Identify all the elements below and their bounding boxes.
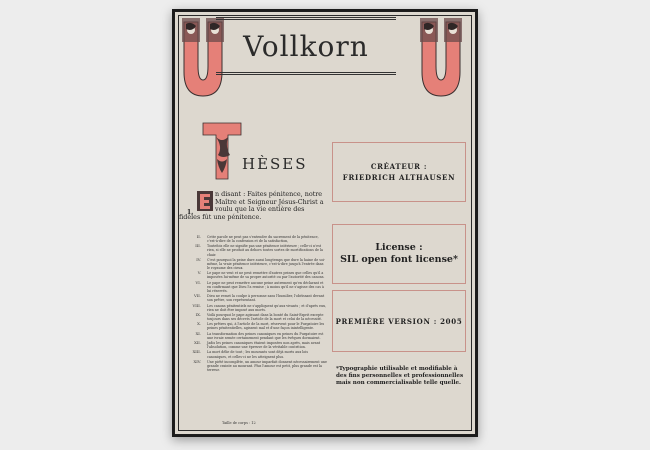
title-banner: Vollkorn [216,17,396,75]
license-label: License : [375,242,423,253]
ornamental-u-right-icon [420,18,462,97]
thesis-number: IX. [195,311,201,317]
thesis-number: III. [195,243,201,249]
thesis-row: VIII. Les canons pénitentiels ne s'appliq… [179,302,327,312]
thesis-number: VI. [195,279,201,285]
thesis-number: V. [197,270,201,276]
thesis-number: XIV. [193,358,202,364]
thesis-text: Voilà pourquoi le pape agissant dans la … [207,312,324,321]
thesis-text: Le pape ne veut et ne peut remettre d'au… [207,271,325,280]
thesis-number: XIII. [192,349,201,355]
thesis-row: VII. Dieu ne remet la coulpe à personne s… [179,293,327,303]
thesis-row: VI. Le pape ne peut remettre aucune peine… [179,279,327,293]
thesis-text: Le pape ne peut remettre aucune peine au… [207,280,324,293]
thesis-number: XI. [195,330,201,336]
thesis-row: III. Toutefois elle ne signifie pas une p… [179,243,327,257]
thesis-row: XI. La transformation des peines canoniqu… [179,330,327,340]
thesis-number: IV. [196,256,201,262]
creator-label: CRÉATEUR : [370,162,428,171]
creator-name: FRIEDRICH ALTHAUSEN [342,173,456,182]
thesis-text: La transformation des peines canoniques … [207,331,324,340]
thesis-row: XIII. La mort délie de tout ; les mourant… [179,349,327,359]
thesis-row: XII. Jadis les peines canoniques étaient … [179,340,327,350]
thesis-text: C'est pourquoi la peine dure aussi longt… [207,257,326,271]
creator-box: CRÉATEUR : FRIEDRICH ALTHAUSEN [332,142,466,202]
license-note: *Typographie utilisable et modifiable à … [336,366,464,386]
theses-heading: HÈSES [192,121,322,181]
thesis-row: II. Cette parole ne peut pas s'entendre d… [179,234,327,244]
thesis-number: VIII. [192,302,201,308]
thesis-number: II. [196,234,201,239]
thesis-text: Les prêtres qui, à l'article de la mort,… [207,322,325,331]
license-value: SIL open font license* [340,254,458,265]
thesis-text: Les canons pénitentiels ne s'appliquent … [207,303,327,312]
thesis-text: Dieu ne remet la coulpe à personne sans … [207,294,325,303]
thesis-row: IV. C'est pourquoi la peine dure aussi lo… [179,256,327,271]
thesis-row: XIV. Une piété incomplète, un amour impar… [179,358,327,372]
thesis-number: X. [197,321,201,327]
thesis-text: Une piété incomplète, un amour imparfait… [207,359,327,372]
intro-paragraph: 1. n disant : Faites pénitence, notre Ma… [179,190,327,221]
license-box: License : SIL open font license* [332,224,466,284]
thesis-row: IX. Voilà pourquoi le pape agissant dans … [179,311,327,321]
dropcap-e-icon [197,191,213,211]
font-title: Vollkorn [243,29,369,63]
thesis-number: XII. [194,340,201,346]
poster: Vollkorn HÈSES 1. n disant : Faites péni… [172,9,478,437]
thesis-row: X. Les prêtres qui, à l'article de la mor… [179,321,327,331]
thesis-row: V. Le pape ne veut et ne peut remettre d'… [179,270,327,280]
theses-list: II. Cette parole ne peut pas s'entendre d… [179,234,327,373]
version-box: PREMIÈRE VERSION : 2005 [332,290,466,352]
thesis-text: La mort délie de tout ; les mourants son… [207,350,309,359]
footer-caption: Taille de corps : 12 [222,421,256,425]
thesis-text: Toutefois elle ne signifie pas une pénit… [207,244,323,257]
ornamental-t-icon [202,122,242,180]
thesis-number: 1. [187,209,194,216]
thesis-text: Jadis les peines canoniques étaient impo… [207,341,321,350]
thesis-text: Cette parole ne peut pas s'entendre du s… [207,235,319,244]
thesis-number: VII. [194,293,201,299]
theses-heading-text: HÈSES [242,155,308,173]
version-text: PREMIÈRE VERSION : 2005 [335,316,463,326]
